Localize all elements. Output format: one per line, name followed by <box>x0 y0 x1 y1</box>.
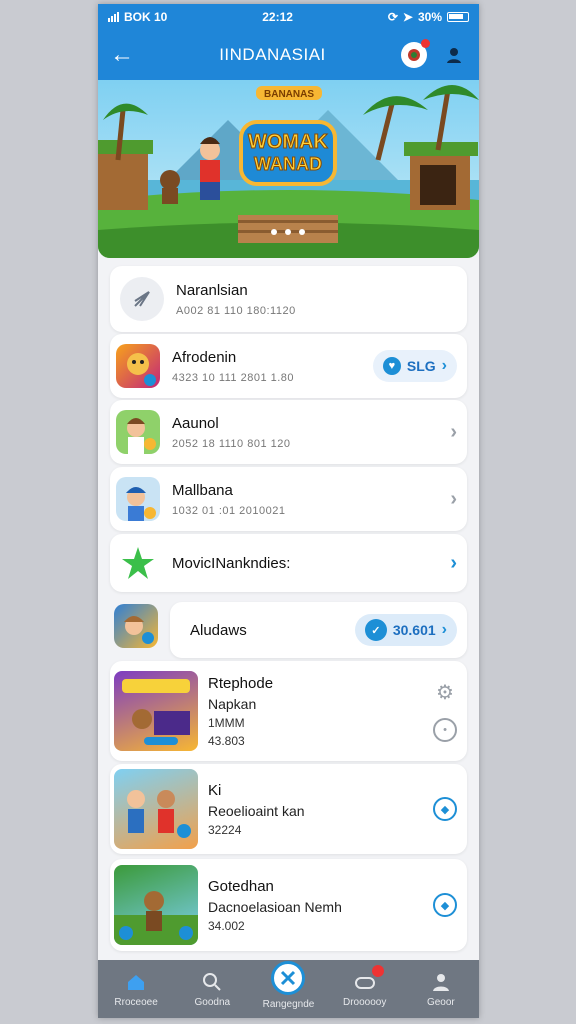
nav-label: Rroceoee <box>114 996 158 1008</box>
nav-label: Geoor <box>426 996 455 1008</box>
game-app-icon <box>116 344 160 388</box>
chevron-right-icon: › <box>441 357 447 374</box>
section-header: Aludaws ✓ 30.601 › <box>170 602 467 658</box>
game-app-icon <box>116 410 160 454</box>
list-item[interactable]: Aaunol 2052 18 1110 801 120 › <box>110 400 467 464</box>
game-title: Gotedhan <box>208 877 274 895</box>
row-subtitle: 1032 01 :01 2010021 <box>172 504 286 517</box>
nav-play[interactable]: Rangegnde <box>253 960 323 1010</box>
list-item[interactable]: MovicINankndies: › <box>110 534 467 592</box>
rocket-icon <box>120 277 164 321</box>
nav-search[interactable]: Goodna <box>177 971 247 1008</box>
search-icon <box>201 971 223 993</box>
sync-icon: ⟳ <box>387 10 398 24</box>
chevron-right-icon[interactable]: › <box>450 552 457 575</box>
row-title: Naranlsian <box>176 281 248 299</box>
row-title: Afrodenin <box>172 348 237 366</box>
pill-label: SLG <box>406 358 436 374</box>
status-pill[interactable]: ♥ SLG › <box>372 350 457 382</box>
game-card[interactable]: Gotedhan Dacnoelasioan Nemh 34.002 ◆ <box>110 859 467 951</box>
battery-percent: 30% <box>417 10 442 24</box>
section-app-icon <box>114 604 158 648</box>
nav-label: Droooooy <box>342 996 387 1008</box>
user-icon <box>447 48 461 63</box>
game-app-icon <box>116 477 160 521</box>
play-icon <box>271 960 306 995</box>
page-title: IINDANASIAI <box>219 45 326 64</box>
row-title: Aaunol <box>172 414 219 432</box>
row-title: MovicINankndies: <box>172 554 291 572</box>
download-icon[interactable]: ◆ <box>433 893 457 917</box>
nav-home[interactable]: Rroceoee <box>101 971 171 1008</box>
chevron-right-icon[interactable]: › <box>450 421 457 444</box>
clock: 22:12 <box>262 10 293 24</box>
row-subtitle: 4323 10 111 2801 1.80 <box>172 371 295 384</box>
bottom-nav: Rroceoee Goodna Rangegnde Droooooy Geoor <box>98 960 479 1018</box>
download-icon[interactable]: • <box>433 718 457 742</box>
nav-label: Rangegnde <box>262 998 315 1010</box>
carousel-dot[interactable] <box>285 229 291 235</box>
game-subtitle: Dacnoelasioan Nemh <box>208 898 342 915</box>
check-icon: ✓ <box>364 619 387 641</box>
game-title: Rtephode <box>208 674 274 692</box>
game-thumbnail <box>114 769 198 849</box>
phone-screen: BOK 10 22:12 ⟳ ➤ 30% ← IINDANASIAI BANAN… <box>98 4 479 1018</box>
game-thumbnail <box>114 671 198 751</box>
app-bar: ← IINDANASIAI <box>98 30 479 80</box>
settings-icon[interactable]: ⚙ <box>433 680 457 704</box>
back-arrow-icon[interactable]: ← <box>110 43 138 67</box>
game-rating: 32224 <box>208 822 242 837</box>
star-leaf-icon <box>116 541 160 585</box>
hero-banner[interactable]: BANANAS WOMAK WANAD <box>98 80 479 258</box>
battery-icon <box>447 12 469 22</box>
row-subtitle: 2052 18 1110 801 120 <box>172 437 291 450</box>
controller-icon <box>354 964 384 993</box>
game-card[interactable]: Ki Reoelioaint kan 32224 ◆ <box>110 764 467 854</box>
chevron-right-icon: › <box>441 621 447 638</box>
status-bar: BOK 10 22:12 ⟳ ➤ 30% <box>98 4 479 30</box>
signal-icon <box>108 12 119 22</box>
carousel-dot[interactable] <box>271 229 277 235</box>
carousel-dot[interactable] <box>299 229 305 235</box>
game-card[interactable]: Rtephode Napkan 1MMM 43.803 ⚙ • <box>110 661 467 761</box>
location-icon: ➤ <box>402 10 413 24</box>
nav-label: Goodna <box>194 996 231 1008</box>
check-icon: ♥ <box>382 357 401 375</box>
row-title: Mallbana <box>172 481 233 499</box>
row-subtitle: A002 81 110 180:1120 <box>176 304 296 317</box>
game-rating: 34.002 <box>208 918 245 933</box>
game-rating: 43.803 <box>208 733 245 748</box>
game-meta: 1MMM <box>208 715 245 730</box>
download-icon[interactable]: ◆ <box>433 797 457 821</box>
carrier-label: BOK 10 <box>124 10 168 24</box>
section-pill-label: 30.601 <box>392 622 436 638</box>
chevron-right-icon[interactable]: › <box>450 488 457 511</box>
user-icon <box>430 971 452 993</box>
banner-logo-line2: WANAD <box>254 154 322 174</box>
controller-icon <box>408 49 420 61</box>
game-subtitle: Reoelioaint kan <box>208 802 305 819</box>
banner-logo-line1: WOMAK <box>248 131 329 153</box>
game-title: Ki <box>208 781 222 799</box>
notifications-button[interactable] <box>401 39 430 68</box>
section-title: Aludaws <box>190 621 247 639</box>
nav-library[interactable]: Droooooy <box>330 964 400 1008</box>
home-icon <box>125 971 147 993</box>
list-item[interactable]: Afrodenin 4323 10 111 2801 1.80 ♥ SLG › <box>110 334 467 398</box>
section-pill[interactable]: ✓ 30.601 › <box>354 614 457 646</box>
game-subtitle: Napkan <box>208 695 257 712</box>
badge-dot <box>371 964 384 977</box>
list-item[interactable]: Mallbana 1032 01 :01 2010021 › <box>110 467 467 531</box>
list-item[interactable]: Naranlsian A002 81 110 180:1120 <box>110 266 467 332</box>
nav-profile[interactable]: Geoor <box>406 971 476 1008</box>
game-thumbnail <box>114 865 198 945</box>
profile-button[interactable] <box>441 42 467 68</box>
notification-dot <box>421 39 430 48</box>
banner-ribbon: BANANAS <box>264 89 314 100</box>
